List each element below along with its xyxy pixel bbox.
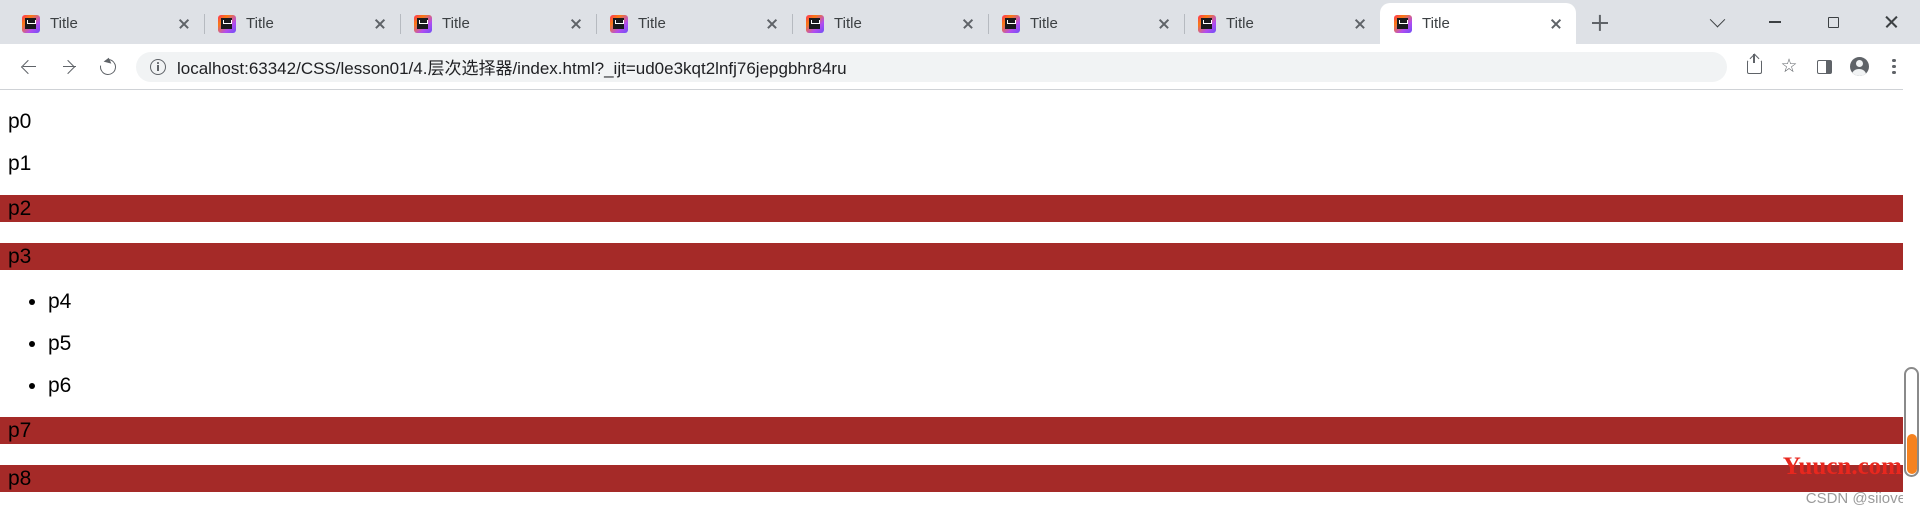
intellij-idea-icon xyxy=(1002,14,1020,33)
three-dots-menu-icon xyxy=(1892,58,1896,75)
star-icon: ☆ xyxy=(1780,56,1798,77)
back-button[interactable] xyxy=(10,49,46,85)
page-viewport: p0 p1 p2 p3 p4 p5 p6 p7 p8 Yuucn.com CSD… xyxy=(0,89,1920,512)
browser-menu-button[interactable] xyxy=(1878,51,1910,83)
back-arrow-icon xyxy=(20,58,37,75)
tab-separator xyxy=(988,14,989,34)
tab-title: Title xyxy=(1226,15,1254,32)
minimize-button[interactable] xyxy=(1746,0,1804,44)
reload-button[interactable] xyxy=(90,49,126,85)
scroll-position-marker[interactable] xyxy=(1906,434,1917,474)
browser-tab-6[interactable]: Title xyxy=(988,3,1184,44)
browser-tab-2[interactable]: Title xyxy=(204,3,400,44)
tab-close-icon[interactable] xyxy=(1544,12,1568,36)
tab-close-icon[interactable] xyxy=(760,12,784,36)
paragraph-p2: p2 xyxy=(0,195,1920,222)
maximize-button[interactable] xyxy=(1804,0,1862,44)
avatar-icon xyxy=(1849,57,1869,76)
window-controls xyxy=(1688,0,1920,44)
paragraph-p0: p0 xyxy=(8,110,32,133)
browser-tab-7[interactable]: Title xyxy=(1184,3,1380,44)
close-icon xyxy=(1884,15,1898,29)
paragraph-p7: p7 xyxy=(0,417,1920,444)
tab-title: Title xyxy=(246,15,274,32)
chevron-down-icon xyxy=(1709,11,1725,27)
list-item: p5 xyxy=(48,333,1920,354)
tab-title: Title xyxy=(638,15,666,32)
share-button[interactable] xyxy=(1738,51,1770,83)
page-scrollbar-track[interactable] xyxy=(1903,89,1920,512)
tab-close-icon[interactable] xyxy=(1348,12,1372,36)
tab-search-button[interactable] xyxy=(1688,0,1746,44)
browser-tab-3[interactable]: Title xyxy=(400,3,596,44)
page-content: p0 p1 p2 p3 p4 p5 p6 p7 p8 xyxy=(0,111,1920,492)
forward-arrow-icon xyxy=(60,58,77,75)
paragraph-p8: p8 xyxy=(0,465,1920,492)
tab-title: Title xyxy=(1422,15,1450,32)
intellij-idea-icon xyxy=(414,14,432,33)
share-icon xyxy=(1746,53,1762,74)
maximize-icon xyxy=(1827,16,1839,28)
tab-strip: Title Title Title Title Title Title Titl… xyxy=(0,0,1920,44)
reload-icon xyxy=(96,55,120,78)
intellij-idea-icon xyxy=(22,14,40,33)
tab-close-icon[interactable] xyxy=(368,12,392,36)
browser-tab-4[interactable]: Title xyxy=(596,3,792,44)
tab-title: Title xyxy=(1030,15,1058,32)
intellij-idea-icon xyxy=(1198,14,1216,33)
list-item: p4 xyxy=(48,291,1920,312)
tab-separator xyxy=(792,14,793,34)
browser-toolbar: localhost:63342/CSS/lesson01/4.层次选择器/ind… xyxy=(0,44,1920,89)
side-panel-icon xyxy=(1816,59,1832,74)
tab-title: Title xyxy=(442,15,470,32)
tab-close-icon[interactable] xyxy=(564,12,588,36)
list-item: p6 xyxy=(48,375,1920,396)
tab-separator xyxy=(596,14,597,34)
side-panel-button[interactable] xyxy=(1808,51,1840,83)
browser-window: Title Title Title Title Title Title Titl… xyxy=(0,0,1920,512)
tab-separator xyxy=(204,14,205,34)
minimize-icon xyxy=(1769,21,1781,23)
paragraph-p3: p3 xyxy=(0,243,1920,270)
browser-tab-1[interactable]: Title xyxy=(8,3,204,44)
address-bar[interactable]: localhost:63342/CSS/lesson01/4.层次选择器/ind… xyxy=(136,51,1727,82)
profile-button[interactable] xyxy=(1843,51,1875,83)
url-text[interactable]: localhost:63342/CSS/lesson01/4.层次选择器/ind… xyxy=(177,54,1713,79)
tab-separator xyxy=(1184,14,1185,34)
forward-button[interactable] xyxy=(50,49,86,85)
info-circle-icon[interactable] xyxy=(150,58,166,75)
intellij-idea-icon xyxy=(218,14,236,33)
csdn-watermark: CSDN @siiove xyxy=(1805,490,1906,507)
tab-close-icon[interactable] xyxy=(172,12,196,36)
tab-separator xyxy=(400,14,401,34)
paragraph-p1: p1 xyxy=(8,152,32,175)
bullet-list: p4 p5 p6 xyxy=(0,291,1920,396)
new-tab-button[interactable] xyxy=(1582,5,1618,41)
intellij-idea-icon xyxy=(806,14,824,33)
intellij-idea-icon xyxy=(1394,14,1412,33)
browser-tab-5[interactable]: Title xyxy=(792,3,988,44)
browser-tab-8-active[interactable]: Title xyxy=(1380,3,1576,44)
tab-title: Title xyxy=(50,15,78,32)
tab-close-icon[interactable] xyxy=(956,12,980,36)
tab-title: Title xyxy=(834,15,862,32)
tab-close-icon[interactable] xyxy=(1152,12,1176,36)
intellij-idea-icon xyxy=(610,14,628,33)
close-window-button[interactable] xyxy=(1862,0,1920,44)
bookmark-button[interactable]: ☆ xyxy=(1773,51,1805,83)
